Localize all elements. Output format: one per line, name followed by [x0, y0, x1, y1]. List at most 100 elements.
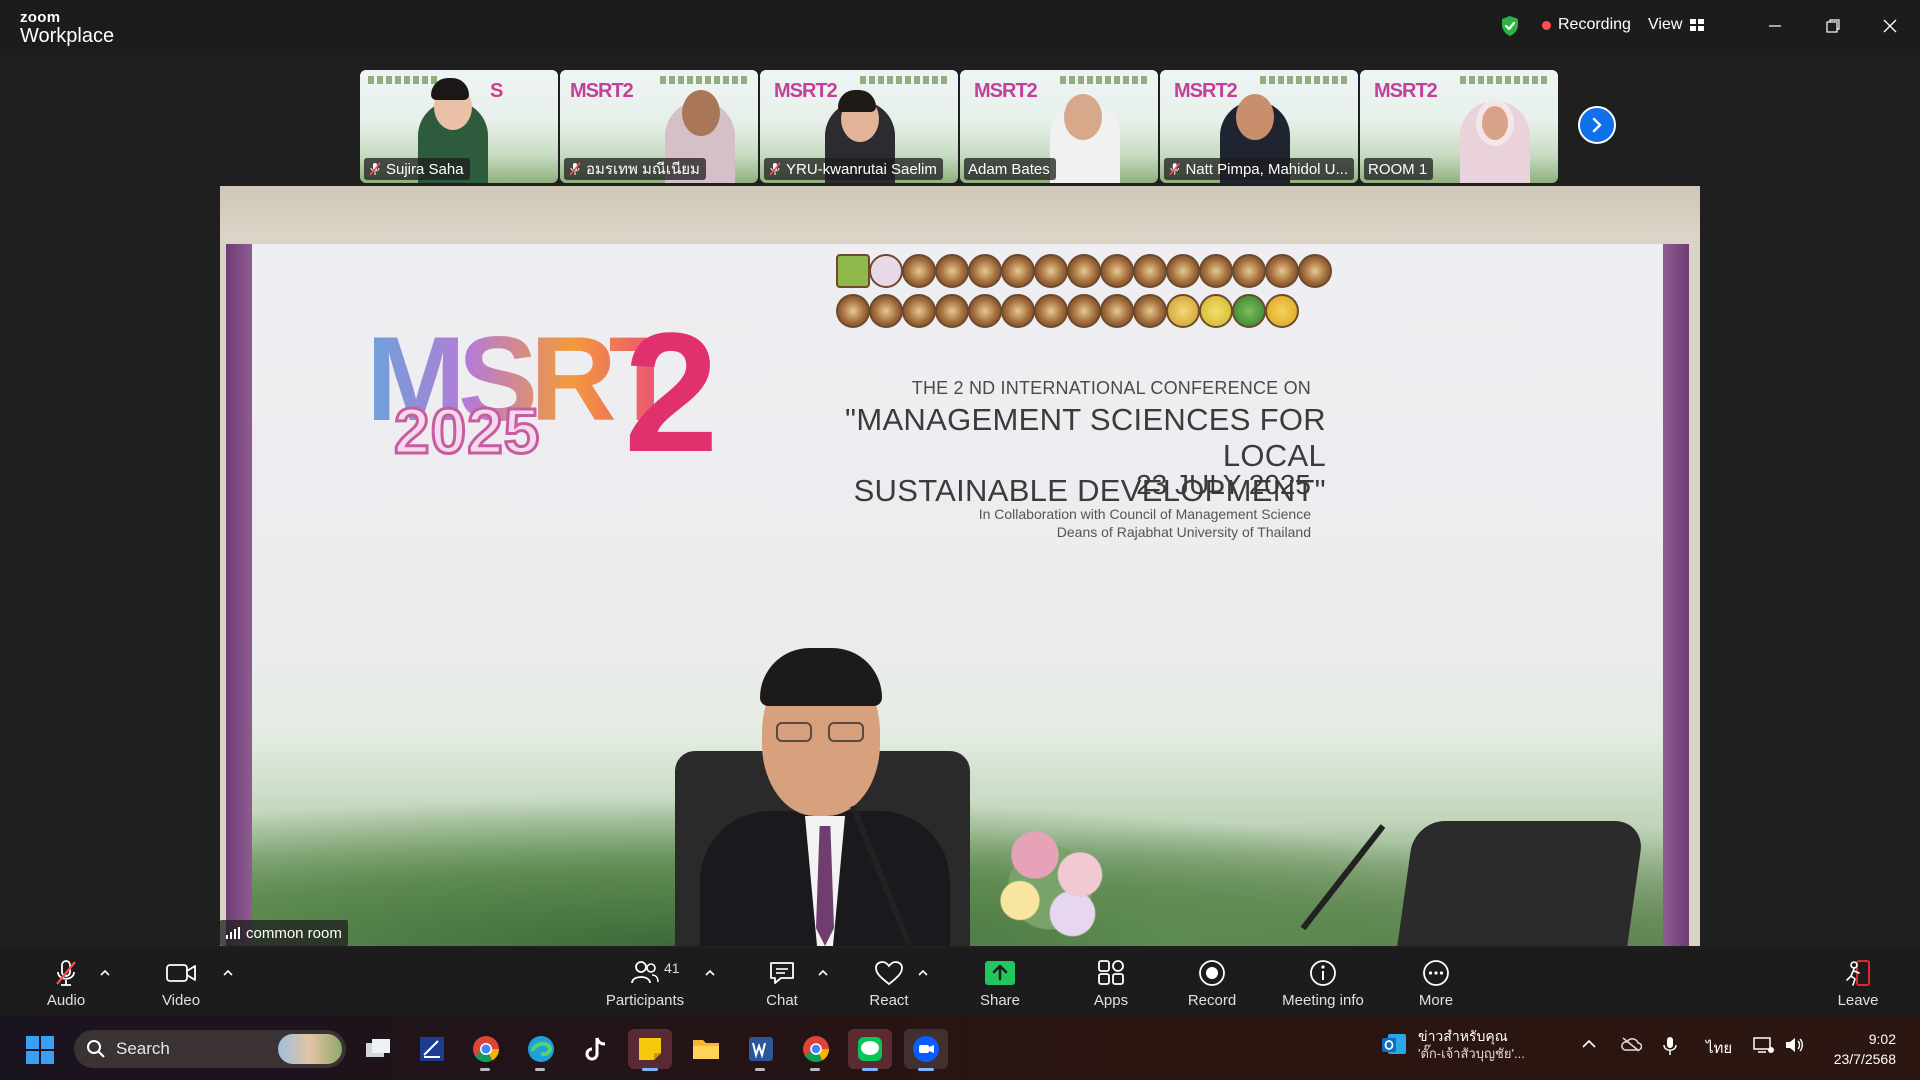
- participant-name-label: Natt Pimpa, Mahidol U...: [1164, 158, 1354, 180]
- restore-button[interactable]: [1810, 10, 1856, 42]
- news-widget[interactable]: ข่าวสำหรับคุณ 'ตั๊ก-เจ้าสัวบุญชัย'...: [1380, 1028, 1525, 1062]
- react-label: React: [869, 992, 909, 1009]
- view-label: View: [1648, 16, 1683, 33]
- grid-view-icon: [1690, 19, 1705, 31]
- search-highlight-image: [278, 1034, 342, 1064]
- line-icon[interactable]: [848, 1029, 892, 1071]
- close-button[interactable]: [1867, 10, 1913, 42]
- outlook-icon: [1382, 1033, 1406, 1054]
- tray-overflow-button[interactable]: [1582, 1036, 1596, 1053]
- taskbar-search[interactable]: [74, 1030, 346, 1068]
- zoom-app-icon[interactable]: [904, 1029, 948, 1071]
- file-explorer-icon[interactable]: [684, 1029, 728, 1069]
- participant-tile[interactable]: MSRT2 อมรเทพ มณีเนียม: [560, 70, 758, 183]
- participant-tile[interactable]: S Sujira Saha: [360, 70, 558, 183]
- participants-options-button[interactable]: [703, 966, 717, 980]
- video-label: Video: [161, 992, 201, 1009]
- shield-check-icon[interactable]: [1498, 14, 1522, 38]
- leave-button[interactable]: Leave: [1836, 948, 1880, 1016]
- participant-name-label: อมรเทพ มณีเนียม: [564, 158, 706, 180]
- video-button[interactable]: Video: [158, 948, 204, 1016]
- participant-tile[interactable]: MSRT2 YRU-kwanrutai Saelim: [760, 70, 958, 183]
- audio-options-button[interactable]: [98, 966, 112, 980]
- meeting-info-button[interactable]: Meeting info: [1278, 948, 1368, 1016]
- recording-indicator[interactable]: Recording: [1542, 16, 1631, 34]
- participant-tile[interactable]: MSRT2 Adam Bates: [960, 70, 1158, 183]
- flower-arrangement: [975, 816, 1125, 946]
- react-options-button[interactable]: [916, 966, 930, 980]
- participant-name: Adam Bates: [968, 160, 1050, 178]
- app-document-icon[interactable]: [410, 1029, 454, 1069]
- language-indicator[interactable]: ไทย: [1706, 1036, 1732, 1060]
- participants-icon: [631, 961, 659, 984]
- chat-button[interactable]: Chat: [760, 948, 804, 1016]
- more-icon: [1423, 960, 1449, 986]
- edge-icon[interactable]: [519, 1029, 563, 1071]
- chat-label: Chat: [766, 992, 798, 1009]
- chrome-profile-icon[interactable]: [794, 1029, 838, 1071]
- apps-label: Apps: [1093, 992, 1129, 1009]
- participants-label: Participants: [605, 992, 685, 1009]
- chrome-icon[interactable]: [464, 1029, 508, 1071]
- audio-button[interactable]: Audio: [44, 948, 88, 1016]
- participants-count: 41: [664, 960, 680, 976]
- participants-button[interactable]: 41 Participants: [600, 948, 690, 1016]
- mic-muted-icon: [769, 162, 781, 176]
- participant-tile[interactable]: MSRT2 Natt Pimpa, Mahidol U...: [1160, 70, 1358, 183]
- chevron-up-icon: [705, 970, 715, 976]
- logo-workplace-text: Workplace: [20, 25, 115, 47]
- word-icon[interactable]: [739, 1029, 783, 1071]
- title-bar: zoom Workplace Recording View: [0, 0, 1920, 55]
- onedrive-icon[interactable]: [1620, 1036, 1643, 1056]
- chevron-right-icon: [1592, 117, 1602, 133]
- participant-name: ROOM 1: [1368, 160, 1428, 178]
- taskbar-search-input[interactable]: [116, 1039, 266, 1059]
- task-view-icon[interactable]: [356, 1029, 400, 1069]
- chevron-up-icon: [818, 970, 828, 976]
- meeting-toolbar: Audio Video 41 Participants Chat React S…: [0, 948, 1920, 1016]
- tiktok-icon[interactable]: [574, 1029, 618, 1069]
- recording-dot-icon: [1542, 20, 1551, 30]
- mic-muted-icon: [369, 162, 381, 176]
- search-icon: [87, 1040, 105, 1058]
- participant-name: อมรเทพ มณีเนียม: [586, 161, 700, 178]
- conference-collaboration: In Collaboration with Council of Managem…: [826, 506, 1311, 541]
- record-button[interactable]: Record: [1186, 948, 1238, 1016]
- banner-logo-number: 2: [624, 298, 719, 488]
- chevron-up-icon: [100, 970, 110, 976]
- sticky-notes-icon[interactable]: [628, 1029, 672, 1071]
- share-label: Share: [979, 992, 1021, 1009]
- recording-label: Recording: [1558, 16, 1631, 33]
- participant-name: YRU-kwanrutai Saelim: [786, 160, 937, 178]
- microphone-tray-icon[interactable]: [1663, 1036, 1677, 1060]
- share-button[interactable]: Share: [978, 948, 1022, 1016]
- windows-start-icon[interactable]: [26, 1036, 54, 1064]
- react-button[interactable]: React: [866, 948, 912, 1016]
- participant-name: Sujira Saha: [386, 160, 464, 178]
- clock-time: 9:02: [1868, 1031, 1896, 1047]
- connection-signal-icon: [226, 927, 240, 939]
- more-button[interactable]: More: [1414, 948, 1458, 1016]
- participant-tile[interactable]: MSRT2 ROOM 1: [1360, 70, 1558, 183]
- participant-strip: S Sujira Saha MSRT2 อมรเทพ มณีเนียม MSRT…: [360, 70, 1560, 183]
- network-icon[interactable]: [1752, 1036, 1774, 1058]
- video-options-button[interactable]: [221, 966, 235, 980]
- system-clock[interactable]: 9:02 23/7/2568: [1826, 1030, 1896, 1069]
- volume-icon[interactable]: [1784, 1036, 1804, 1058]
- minimize-button[interactable]: [1752, 10, 1798, 42]
- participant-name: Natt Pimpa, Mahidol U...: [1185, 160, 1348, 178]
- next-page-button[interactable]: [1578, 106, 1616, 144]
- chat-options-button[interactable]: [816, 966, 830, 980]
- leave-icon: [1846, 960, 1870, 986]
- record-label: Record: [1187, 992, 1237, 1009]
- view-button[interactable]: View: [1648, 16, 1705, 34]
- audio-label: Audio: [46, 992, 86, 1009]
- clock-date: 23/7/2568: [1833, 1050, 1896, 1067]
- close-icon: [1883, 19, 1897, 33]
- more-label: More: [1418, 992, 1454, 1009]
- room-name: common room: [246, 924, 342, 942]
- news-subtitle: 'ตั๊ก-เจ้าสัวบุญชัย'...: [1418, 1045, 1525, 1061]
- mic-muted-icon: [56, 960, 76, 986]
- apps-button[interactable]: Apps: [1090, 948, 1132, 1016]
- leave-label: Leave: [1837, 992, 1879, 1009]
